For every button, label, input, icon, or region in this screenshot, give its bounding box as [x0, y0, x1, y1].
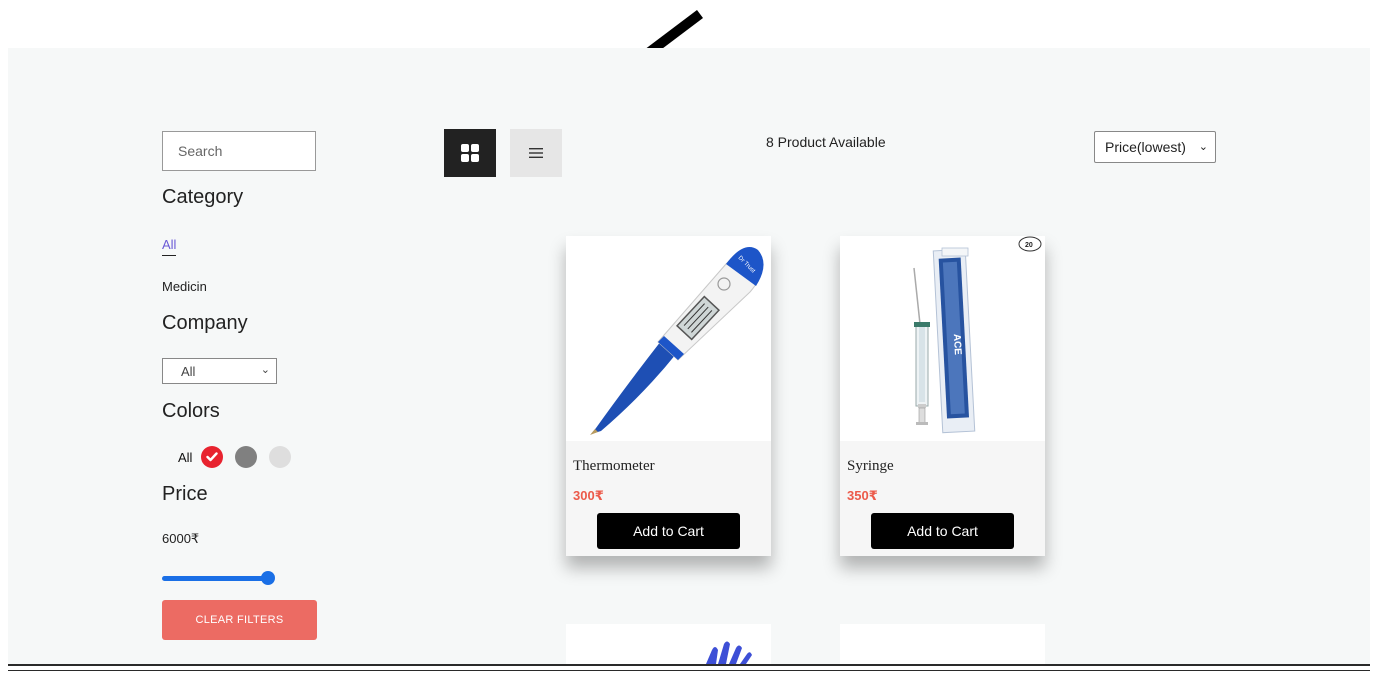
colors-heading: Colors: [162, 400, 220, 422]
price-slider[interactable]: [162, 571, 278, 585]
product-info: Syringe 350₹ Add to Cart: [840, 441, 1045, 556]
company-heading: Company: [162, 312, 248, 334]
color-swatch-light-grey[interactable]: [269, 446, 292, 468]
category-heading: Category: [162, 186, 244, 208]
product-name: Thermometer: [573, 458, 655, 474]
product-card[interactable]: Dr Trust Thermometer 300₹ Add to Cart: [566, 236, 771, 556]
company-selected-value: All: [181, 363, 196, 379]
color-swatch-red[interactable]: [201, 446, 224, 468]
store-page: Category All Medicin Company All ⌄ Color…: [8, 48, 1370, 664]
color-all-option[interactable]: All: [178, 450, 192, 465]
gloves-image-icon: [706, 641, 752, 664]
clear-filters-button[interactable]: CLEAR FILTERS: [162, 600, 317, 640]
category-link-all[interactable]: All: [162, 237, 177, 256]
sort-select[interactable]: Price(lowest) ⌄: [1094, 131, 1216, 163]
check-icon: [206, 452, 219, 462]
color-swatches: All: [178, 446, 303, 468]
price-value: 6000₹: [162, 531, 200, 546]
syringe-count-badge: 20: [1025, 242, 1033, 249]
chevron-down-icon: ⌄: [260, 364, 270, 376]
product-image-thermometer[interactable]: Dr Trust: [566, 236, 771, 441]
sort-selected-value: Price(lowest): [1105, 139, 1186, 155]
search-input[interactable]: [162, 131, 316, 171]
divider: [8, 670, 1370, 671]
syringe-image-icon: 20 ACE: [913, 236, 1042, 434]
color-swatch-grey[interactable]: [235, 446, 258, 468]
product-card[interactable]: [840, 624, 1045, 664]
grid-view-button[interactable]: [444, 129, 496, 177]
category-label: All: [162, 237, 177, 256]
list-icon: [529, 148, 543, 158]
product-price: 350₹: [847, 488, 878, 503]
product-name: Syringe: [847, 458, 894, 474]
add-to-cart-button[interactable]: Add to Cart: [597, 513, 740, 549]
price-heading: Price: [162, 483, 208, 505]
company-select[interactable]: All ⌄: [162, 358, 277, 384]
product-image-syringe[interactable]: 20 ACE: [840, 236, 1045, 441]
product-card[interactable]: [566, 624, 771, 664]
price-slider-track: [162, 576, 268, 581]
chevron-down-icon: ⌄: [1198, 141, 1208, 153]
syringe-brand: ACE: [951, 334, 963, 356]
add-to-cart-button[interactable]: Add to Cart: [871, 513, 1014, 549]
product-price: 300₹: [573, 488, 604, 503]
product-info: Thermometer 300₹ Add to Cart: [566, 441, 771, 556]
category-link-medicin[interactable]: Medicin: [162, 279, 207, 294]
divider: [8, 664, 1370, 666]
product-card[interactable]: 20 ACE Syringe 350₹ Add to Cart: [840, 236, 1045, 556]
thermometer-image-icon: Dr Trust: [590, 247, 764, 435]
list-view-button[interactable]: [510, 129, 562, 177]
grid-icon: [461, 144, 479, 162]
price-slider-thumb[interactable]: [261, 571, 275, 585]
product-count: 8 Product Available: [766, 134, 886, 150]
